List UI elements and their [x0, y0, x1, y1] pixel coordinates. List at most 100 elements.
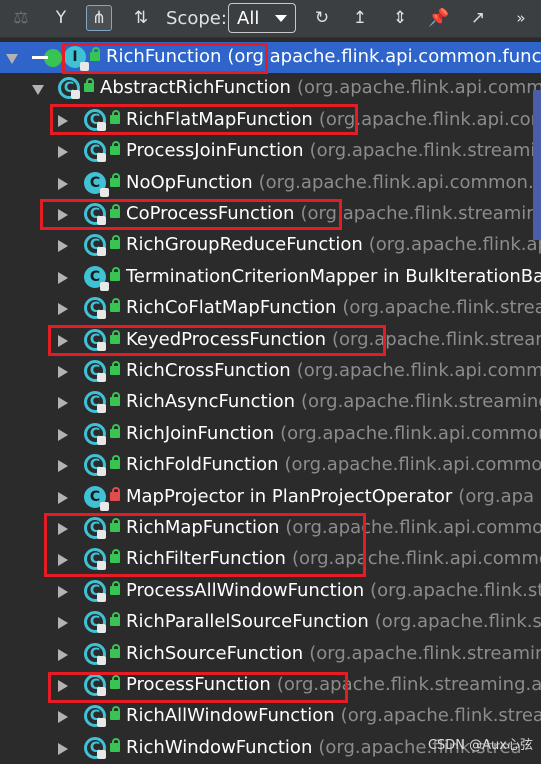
- tree-row-label: RichParallelSourceFunction (org.apache.fl…: [126, 611, 541, 632]
- sort-alphabetically-icon[interactable]: ⇅: [128, 5, 154, 31]
- tree-row-label: CoProcessFunction(org.apache.flink.strea…: [126, 203, 541, 224]
- tree-row[interactable]: CRichSourceFunction(org.apache.flink.str…: [0, 639, 541, 670]
- public-lock-icon: [110, 178, 120, 187]
- collapsed-arrow-icon[interactable]: [58, 680, 68, 692]
- package-name: (org.apache.flink.api.com: [319, 109, 541, 130]
- collapsed-arrow-icon[interactable]: [58, 492, 68, 504]
- tree-row[interactable]: CAbstractRichFunction(org.apache.flink.a…: [0, 73, 541, 104]
- tree-row[interactable]: CRichCrossFunction(org.apache.flink.api.…: [0, 356, 541, 387]
- class-icon: C: [84, 266, 106, 288]
- tree-row[interactable]: CRichFoldFunction(org.apache.flink.api.c…: [0, 450, 541, 481]
- collapsed-arrow-icon[interactable]: [58, 429, 68, 441]
- tree-row[interactable]: CProcessAllWindowFunction(org.apache.fli…: [0, 576, 541, 607]
- collapsed-arrow-icon[interactable]: [58, 743, 68, 755]
- class-name: RichMapFunction: [126, 517, 279, 538]
- collapsed-arrow-icon[interactable]: [58, 335, 68, 347]
- tree-row-label: RichAllWindowFunction(org.apache.flink.s…: [126, 705, 541, 726]
- class-name: NoOpFunction: [126, 172, 253, 193]
- tree-row[interactable]: CMapProjector in PlanProjectOperator(org…: [0, 482, 541, 513]
- tree-row-label: RichCrossFunction(org.apache.flink.api.c…: [126, 360, 541, 381]
- collapsed-arrow-icon[interactable]: [58, 554, 68, 566]
- collapsed-arrow-icon[interactable]: [58, 649, 68, 661]
- tree-row[interactable]: C CoProcessFunction(org.apache.flink.stre…: [0, 199, 541, 230]
- collapsed-arrow-icon[interactable]: [58, 303, 68, 315]
- expanded-arrow-icon[interactable]: [6, 54, 18, 64]
- collapsed-arrow-icon[interactable]: [58, 586, 68, 598]
- scrollbar[interactable]: [533, 90, 541, 240]
- class-name: RichParallelSourceFunction: [126, 611, 369, 632]
- collapsed-arrow-icon[interactable]: [58, 460, 68, 472]
- abstract-class-icon: C: [84, 643, 106, 665]
- open-in-editor-icon[interactable]: ↗: [465, 5, 491, 31]
- tree-row[interactable]: CProcessFunction(org.apache.flink.stream…: [0, 670, 541, 701]
- collapsed-arrow-icon[interactable]: [58, 115, 68, 127]
- public-lock-icon: [110, 460, 120, 469]
- interface-icon: I: [64, 46, 86, 68]
- tree-row[interactable]: IRichFunction(org.apache.flink.api.commo…: [0, 42, 541, 73]
- package-name: (org.apache.flink.api.common.f: [259, 172, 540, 193]
- package-name: (org.apache.flink.api.common: [280, 423, 541, 444]
- collapsed-arrow-icon[interactable]: [58, 146, 68, 158]
- tree-row[interactable]: C RichMapFunction (org.apache.flink.api.co…: [0, 513, 541, 544]
- expanded-arrow-icon[interactable]: [32, 85, 44, 95]
- package-name: (org.apache.flink.st: [375, 611, 541, 632]
- class-hierarchy-icon[interactable]: ⋔: [86, 5, 112, 31]
- public-lock-icon: [110, 617, 120, 626]
- tree-row[interactable]: C RichParallelSourceFunction (org.apache.f…: [0, 607, 541, 638]
- class-name: RichCrossFunction: [126, 360, 291, 381]
- package-name: (org.apache.flink.api.commo: [285, 517, 541, 538]
- abstract-class-icon: C: [84, 580, 106, 602]
- scope-label: Scope:: [166, 8, 227, 29]
- class-name: RichAsyncFunction: [126, 391, 295, 412]
- tree-row[interactable]: CRichFlatMapFunction(org.apache.flink.ap…: [0, 105, 541, 136]
- navigate-to-icon: [32, 47, 60, 69]
- collapsed-arrow-icon[interactable]: [58, 272, 68, 284]
- class-name: AbstractRichFunction: [100, 77, 291, 98]
- tree-row[interactable]: CRichCoFlatMapFunction(org.apache.flink.…: [0, 293, 541, 324]
- collapsed-arrow-icon[interactable]: [58, 617, 68, 629]
- abstract-class-icon: C: [84, 611, 106, 633]
- package-name: (org.apache.flink.api.common.function: [227, 46, 541, 67]
- tree-row-label: ProcessFunction(org.apache.flink.streami…: [126, 674, 541, 695]
- public-lock-icon: [110, 743, 120, 752]
- expand-all-icon[interactable]: ⇕: [387, 5, 413, 31]
- package-name: (org.apache.flink.strea: [341, 705, 541, 726]
- abstract-class-icon: C: [84, 517, 106, 539]
- abstract-class-icon: C: [84, 391, 106, 413]
- public-lock-icon: [110, 680, 120, 689]
- package-name: (org.apache.flink.api.commo: [285, 454, 541, 475]
- collapsed-arrow-icon[interactable]: [58, 209, 68, 221]
- tree-row[interactable]: CRichFilterFunction(org.apache.flink.api…: [0, 544, 541, 575]
- collapsed-arrow-icon[interactable]: [58, 397, 68, 409]
- tree-row[interactable]: CRichGroupReduceFunction(org.apache.flin…: [0, 230, 541, 261]
- collapsed-arrow-icon[interactable]: [58, 178, 68, 190]
- collapsed-arrow-icon[interactable]: [58, 240, 68, 252]
- class-name: RichJoinFunction: [126, 423, 274, 444]
- abstract-class-icon: C: [84, 423, 106, 445]
- tree-row[interactable]: CNoOpFunction(org.apache.flink.api.commo…: [0, 168, 541, 199]
- collapsed-arrow-icon[interactable]: [58, 711, 68, 723]
- collapsed-arrow-icon[interactable]: [58, 366, 68, 378]
- package-name: (org.apache.flink.streamin: [309, 643, 541, 664]
- tree-row[interactable]: CTerminationCriterionMapper in BulkItera…: [0, 262, 541, 293]
- abstract-class-icon: C: [84, 140, 106, 162]
- tree-row[interactable]: CKeyedProcessFunction(org.apache.flink.s…: [0, 325, 541, 356]
- tree-row[interactable]: CRichAllWindowFunction(org.apache.flink.…: [0, 701, 541, 732]
- public-lock-icon: [110, 554, 120, 563]
- public-lock-icon: [110, 429, 120, 438]
- public-lock-icon: [84, 83, 94, 92]
- tree-row[interactable]: CProcessJoinFunction(org.apache.flink.st…: [0, 136, 541, 167]
- tree-row[interactable]: CRichAsyncFunction(org.apache.flink.stre…: [0, 387, 541, 418]
- abstract-class-icon: C: [84, 203, 106, 225]
- scope-dropdown[interactable]: All: [228, 3, 296, 33]
- more-icon[interactable]: »: [508, 5, 534, 31]
- pin-icon[interactable]: 📌: [426, 5, 452, 31]
- tree-row[interactable]: C RichJoinFunction (org.apache.flink.api.c…: [0, 419, 541, 450]
- supertype-hierarchy-icon[interactable]: ⚖: [8, 5, 34, 31]
- collapsed-arrow-icon[interactable]: [58, 523, 68, 535]
- package-name: (org.apache.flink.strea: [342, 297, 541, 318]
- subtype-hierarchy-icon[interactable]: Y: [48, 5, 74, 31]
- refresh-icon[interactable]: ↻: [309, 5, 335, 31]
- package-name: (org.apache.flink.api.commo: [292, 548, 541, 569]
- export-icon[interactable]: ↥: [347, 5, 373, 31]
